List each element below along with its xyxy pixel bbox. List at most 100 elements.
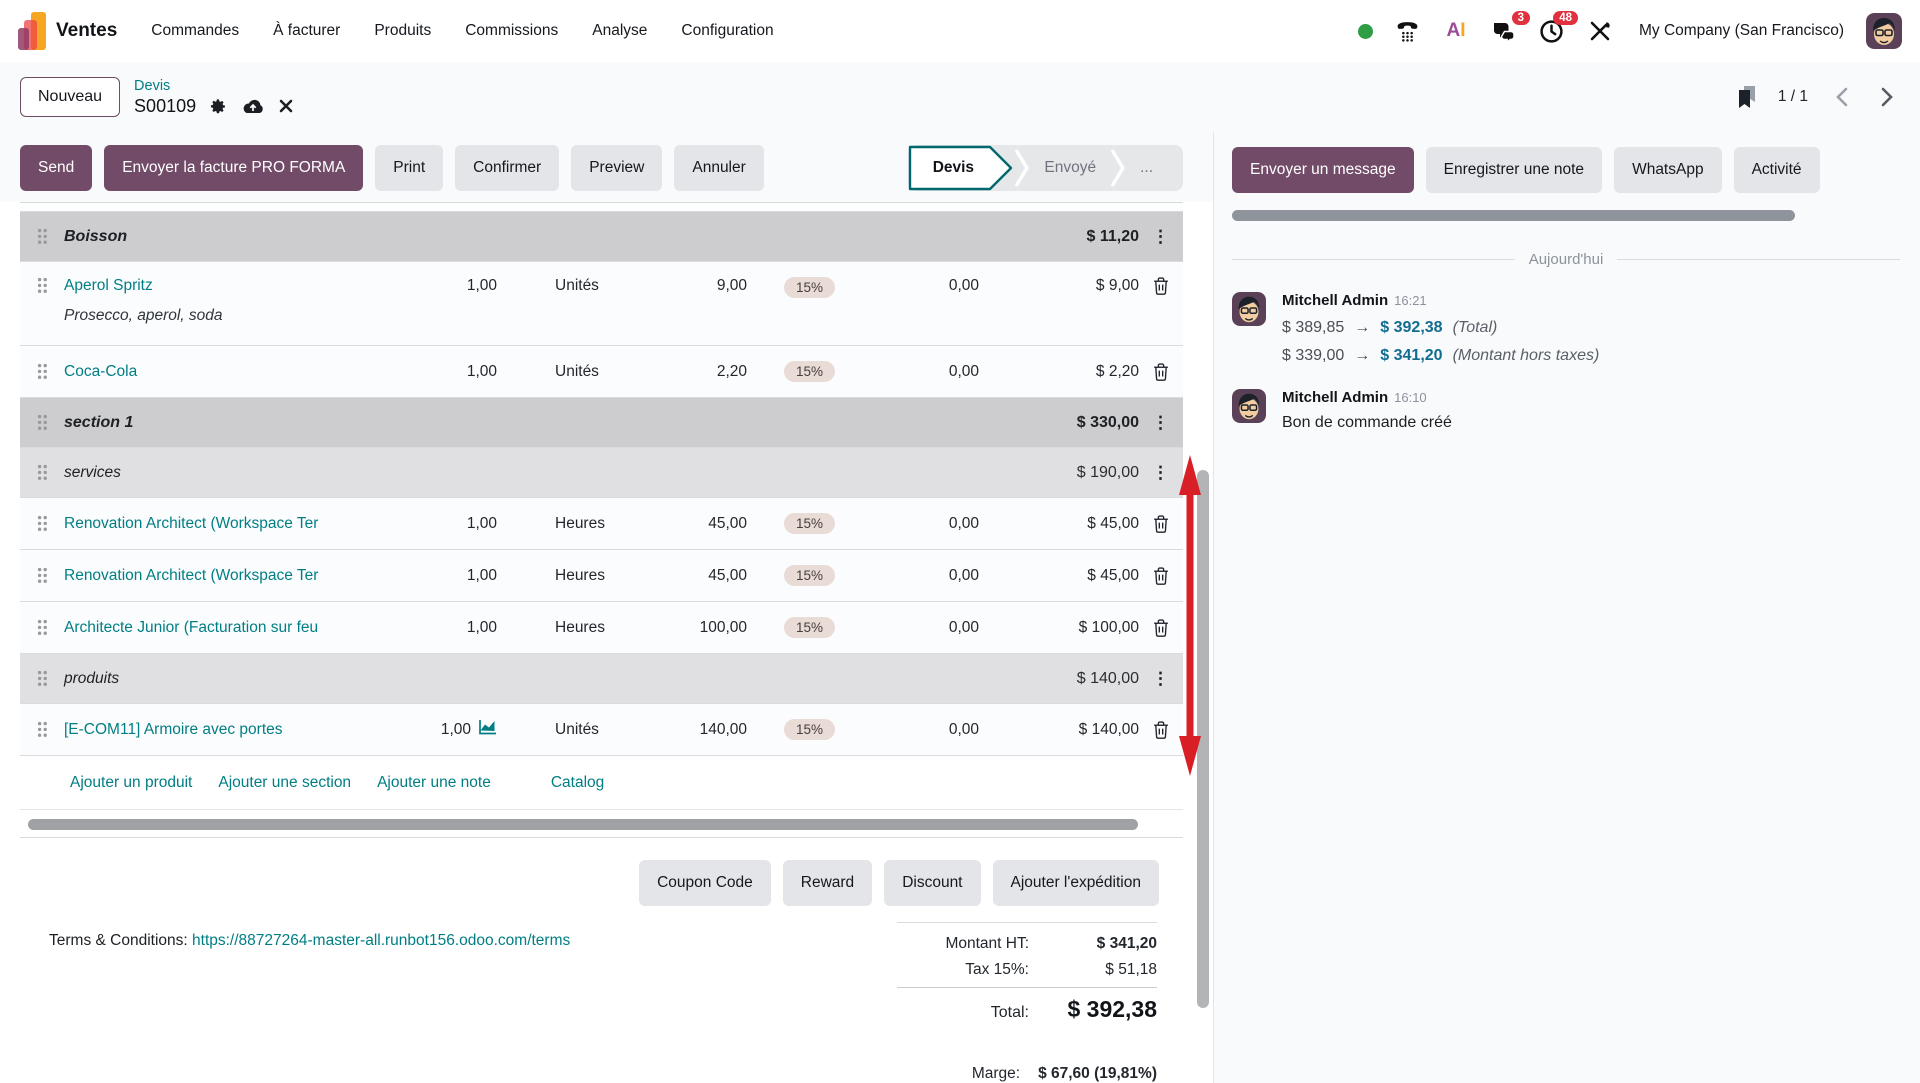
drag-handle-icon[interactable] xyxy=(20,262,64,294)
drag-handle-icon[interactable] xyxy=(20,228,64,245)
delete-line-icon[interactable] xyxy=(1139,363,1183,381)
drag-handle-icon[interactable] xyxy=(20,619,64,636)
kebab-menu-icon[interactable]: ⋮ xyxy=(1139,669,1183,689)
quantity-value[interactable]: 1,00 xyxy=(467,567,497,585)
odoo-app-logo-icon[interactable] xyxy=(18,12,46,50)
send-button[interactable]: Send xyxy=(20,145,92,191)
log-note-button[interactable]: Enregistrer une note xyxy=(1426,147,1602,193)
confirm-button[interactable]: Confirmer xyxy=(455,145,559,191)
state-step-devis[interactable]: Devis xyxy=(908,145,1014,191)
uom-value[interactable]: Unités xyxy=(497,721,627,739)
product-line-row[interactable]: Renovation Architect (Workspace Ter 1,00… xyxy=(20,498,1183,550)
product-link[interactable]: [E-COM11] Armoire avec portes xyxy=(64,721,283,738)
drag-handle-icon[interactable] xyxy=(20,670,64,687)
product-link[interactable]: Aperol Spritz xyxy=(64,277,153,294)
activity-button[interactable]: Activité xyxy=(1734,147,1820,193)
menu-item-5[interactable]: Configuration xyxy=(681,22,773,40)
add-product-link[interactable]: Ajouter un produit xyxy=(70,774,192,792)
debug-tools-icon[interactable] xyxy=(1587,18,1613,44)
discount-value[interactable]: 0,00 xyxy=(839,262,979,295)
product-line-row[interactable]: Coca-Cola 1,00 Unités 2,20 15% 0,00 $ 2,… xyxy=(20,346,1183,398)
tax-badge[interactable]: 15% xyxy=(784,719,835,740)
new-button[interactable]: Nouveau xyxy=(20,77,120,117)
product-link[interactable]: Coca-Cola xyxy=(64,363,137,380)
menu-item-2[interactable]: Produits xyxy=(374,22,431,40)
forecast-chart-icon[interactable] xyxy=(478,719,497,740)
cloud-save-icon[interactable] xyxy=(241,98,265,115)
company-switcher[interactable]: My Company (San Francisco) xyxy=(1639,22,1844,40)
quantity-value[interactable]: 1,00 xyxy=(467,515,497,533)
messages-icon[interactable]: 3 xyxy=(1491,18,1517,44)
add-section-link[interactable]: Ajouter une section xyxy=(218,774,351,792)
discount-value[interactable]: 0,00 xyxy=(839,721,979,739)
product-link[interactable]: Renovation Architect (Workspace Ter xyxy=(64,567,318,584)
quantity-value[interactable]: 1,00 xyxy=(441,721,471,739)
vertical-scrollbar[interactable] xyxy=(1197,470,1209,1008)
uom-value[interactable]: Heures xyxy=(497,619,627,637)
promo-button-1[interactable]: Reward xyxy=(783,860,872,906)
state-step-more[interactable]: ... xyxy=(1126,159,1167,177)
promo-button-0[interactable]: Coupon Code xyxy=(639,860,771,906)
table-horizontal-scrollbar[interactable] xyxy=(28,819,1138,830)
user-avatar[interactable] xyxy=(1866,13,1902,49)
product-line-row[interactable]: Aperol SpritzProsecco, aperol, soda 1,00… xyxy=(20,262,1183,346)
voip-phone-icon[interactable] xyxy=(1395,18,1421,44)
delete-line-icon[interactable] xyxy=(1139,262,1183,295)
chatter-scrollbar[interactable] xyxy=(1232,210,1795,221)
add-note-link[interactable]: Ajouter une note xyxy=(377,774,491,792)
delete-line-icon[interactable] xyxy=(1139,619,1183,637)
unit-price-value[interactable]: 2,20 xyxy=(627,363,747,381)
quantity-value[interactable]: 1,00 xyxy=(467,619,497,637)
app-brand[interactable]: Ventes xyxy=(56,20,117,42)
delete-line-icon[interactable] xyxy=(1139,515,1183,533)
product-line-row[interactable]: Renovation Architect (Workspace Ter 1,00… xyxy=(20,550,1183,602)
drag-handle-icon[interactable] xyxy=(20,721,64,738)
discount-value[interactable]: 0,00 xyxy=(839,515,979,533)
tax-badge[interactable]: 15% xyxy=(784,361,835,382)
unit-price-value[interactable]: 45,00 xyxy=(627,567,747,585)
section-row[interactable]: section 1 $ 330,00 ⋮ xyxy=(20,398,1183,448)
unit-price-value[interactable]: 100,00 xyxy=(627,619,747,637)
uom-value[interactable]: Unités xyxy=(497,262,627,295)
drag-handle-icon[interactable] xyxy=(20,414,64,431)
quantity-value[interactable]: 1,00 xyxy=(467,277,497,295)
menu-item-4[interactable]: Analyse xyxy=(592,22,647,40)
drag-handle-icon[interactable] xyxy=(20,464,64,481)
quantity-value[interactable]: 1,00 xyxy=(467,363,497,381)
delete-line-icon[interactable] xyxy=(1139,567,1183,585)
catalog-link[interactable]: Catalog xyxy=(551,774,604,792)
terms-link[interactable]: https://88727264-master-all.runbot156.od… xyxy=(192,932,570,949)
send-proforma-button[interactable]: Envoyer la facture PRO FORMA xyxy=(104,145,363,191)
chatter-message[interactable]: Mitchell Admin16:10Bon de commande créé xyxy=(1232,389,1900,432)
unit-price-value[interactable]: 9,00 xyxy=(627,262,747,295)
product-link[interactable]: Renovation Architect (Workspace Ter xyxy=(64,515,318,532)
kebab-menu-icon[interactable]: ⋮ xyxy=(1139,463,1183,483)
presence-status-icon[interactable] xyxy=(1358,24,1373,39)
preview-button[interactable]: Preview xyxy=(571,145,662,191)
discount-value[interactable]: 0,00 xyxy=(839,567,979,585)
ai-assistant-icon[interactable]: AI xyxy=(1443,18,1469,44)
drag-handle-icon[interactable] xyxy=(20,567,64,584)
kebab-menu-icon[interactable]: ⋮ xyxy=(1139,227,1183,247)
print-button[interactable]: Print xyxy=(375,145,443,191)
send-message-button[interactable]: Envoyer un message xyxy=(1232,147,1414,193)
unit-price-value[interactable]: 140,00 xyxy=(627,721,747,739)
discount-value[interactable]: 0,00 xyxy=(839,619,979,637)
unit-price-value[interactable]: 45,00 xyxy=(627,515,747,533)
uom-value[interactable]: Heures xyxy=(497,515,627,533)
promo-button-3[interactable]: Ajouter l'expédition xyxy=(993,860,1160,906)
state-step-envoye[interactable]: Envoyé xyxy=(1030,159,1110,177)
chatter-message[interactable]: Mitchell Admin16:21 $ 389,85→ $ 392,38 (… xyxy=(1232,292,1900,365)
tax-badge[interactable]: 15% xyxy=(784,513,835,534)
menu-item-0[interactable]: Commandes xyxy=(151,22,239,40)
section-row[interactable]: produits $ 140,00 ⋮ xyxy=(20,654,1183,704)
pager-previous-icon[interactable] xyxy=(1828,84,1854,110)
uom-value[interactable]: Heures xyxy=(497,567,627,585)
product-line-row[interactable]: Architecte Junior (Facturation sur feu 1… xyxy=(20,602,1183,654)
discount-value[interactable]: 0,00 xyxy=(839,363,979,381)
product-line-row[interactable]: [E-COM11] Armoire avec portes 1,00 Unité… xyxy=(20,704,1183,756)
cancel-button[interactable]: Annuler xyxy=(674,145,763,191)
discard-x-icon[interactable] xyxy=(279,99,293,113)
section-row[interactable]: Boisson $ 11,20 ⋮ xyxy=(20,212,1183,262)
kebab-menu-icon[interactable]: ⋮ xyxy=(1139,413,1183,433)
